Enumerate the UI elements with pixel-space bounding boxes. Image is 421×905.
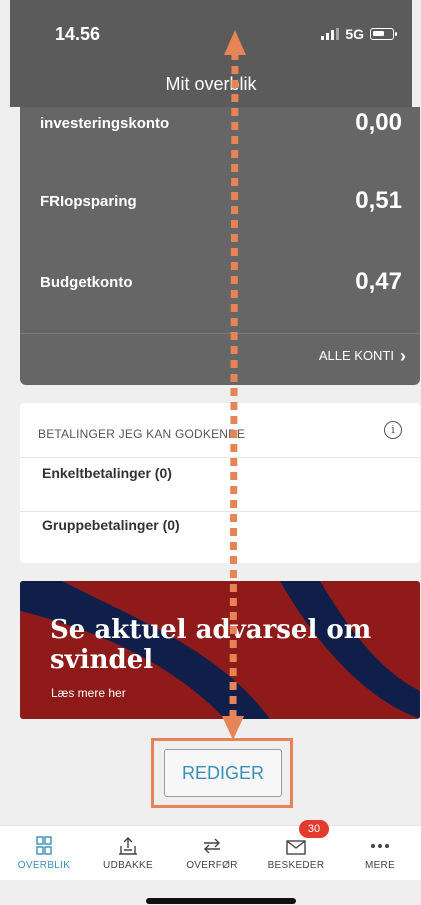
account-row[interactable]: FRIopsparing 0,51 (20, 173, 420, 253)
page-title: Mit overblik (165, 74, 257, 94)
tab-label: OVERFØR (186, 860, 238, 871)
payments-header: BETALINGER JEG KAN GODKENDE (38, 427, 246, 441)
account-name: investeringskonto (40, 115, 170, 132)
status-bar: 14.56 5G (10, 0, 412, 62)
tab-overblik[interactable]: OVERBLIK (2, 826, 86, 880)
banner-link[interactable]: Læs mere her (51, 686, 126, 700)
divider (20, 457, 420, 458)
transfer-icon (204, 838, 220, 854)
chevron-right-icon: › (400, 345, 406, 366)
tab-beskeder[interactable]: 30 BESKEDER (254, 820, 338, 880)
accounts-card: investeringskonto 0,00 FRIopsparing 0,51… (20, 107, 420, 385)
tab-bar: OVERBLIK UDBAKKE OVERFØR 30 BESKEDER MER… (0, 820, 421, 880)
divider (20, 333, 420, 334)
edit-button[interactable]: REDIGER (164, 749, 282, 797)
account-balance: 0,00 (355, 109, 402, 136)
tab-overfor[interactable]: OVERFØR (170, 826, 254, 880)
tab-mere[interactable]: MERE (338, 826, 421, 880)
info-icon[interactable]: i (384, 421, 402, 439)
edit-highlight-frame: REDIGER (151, 738, 293, 808)
more-icon (371, 844, 389, 848)
account-balance: 0,47 (355, 268, 402, 295)
all-accounts-link[interactable]: ALLE KONTI › (318, 345, 406, 366)
account-name: FRIopsparing (40, 193, 137, 210)
grid-icon (36, 836, 52, 855)
banner-title: Se aktuel advarsel om svindel (50, 615, 372, 675)
tab-label: UDBAKKE (103, 860, 153, 871)
home-indicator (146, 898, 296, 904)
payments-card: BETALINGER JEG KAN GODKENDE i Enkeltbeta… (20, 403, 420, 563)
account-balance: 0,51 (355, 187, 402, 214)
account-name: Budgetkonto (40, 274, 133, 291)
divider (20, 511, 420, 512)
fraud-warning-banner[interactable]: Se aktuel advarsel om svindel Læs mere h… (20, 581, 420, 719)
account-row[interactable]: Budgetkonto 0,47 (20, 253, 420, 333)
mail-icon (286, 840, 306, 855)
tab-label: OVERBLIK (17, 860, 71, 871)
battery-icon (370, 28, 397, 40)
all-accounts-label: ALLE KONTI (318, 348, 394, 363)
unread-count-badge: 30 (299, 820, 329, 838)
signal-icon (321, 28, 340, 40)
outbox-icon (119, 837, 137, 855)
payment-item-single[interactable]: Enkeltbetalinger (0) (42, 465, 172, 481)
status-indicators: 5G (321, 26, 397, 42)
network-label: 5G (345, 26, 364, 42)
payment-item-group[interactable]: Gruppebetalinger (0) (42, 517, 180, 533)
tab-label: MERE (364, 860, 396, 871)
nav-bar: Mit overblik (10, 62, 412, 107)
status-time: 14.56 (55, 24, 101, 44)
tab-udbakke[interactable]: UDBAKKE (86, 826, 170, 880)
tab-label: BESKEDER (267, 860, 325, 871)
